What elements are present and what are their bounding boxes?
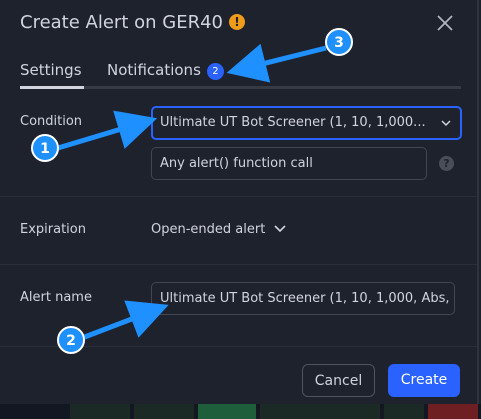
condition-label: Condition — [20, 114, 83, 129]
chevron-down-icon — [440, 108, 452, 150]
condition-select[interactable]: Ultimate UT Bot Screener (1, 10, 1,000..… — [151, 106, 462, 140]
strip-cell — [428, 404, 478, 419]
tab-settings[interactable]: Settings — [20, 61, 82, 79]
warning-icon: ! — [228, 14, 245, 30]
cancel-button[interactable]: Cancel — [302, 364, 375, 397]
expiration-dropdown[interactable]: Open-ended alert — [151, 222, 287, 237]
tab-notifications[interactable]: Notifications 2 — [107, 61, 224, 80]
chevron-down-icon — [269, 222, 287, 237]
alert-name-value: Ultimate UT Bot Screener (1, 10, 1,000, … — [160, 291, 450, 306]
tab-settings-label: Settings — [20, 61, 82, 79]
help-icon[interactable]: ? — [439, 156, 454, 171]
strip-cell — [70, 404, 130, 419]
alert-name-input[interactable]: Ultimate UT Bot Screener (1, 10, 1,000, … — [151, 282, 455, 315]
section-divider — [0, 264, 477, 265]
dialog-title-text: Create Alert on GER40 — [20, 12, 223, 33]
condition-select-value: Ultimate UT Bot Screener (1, 10, 1,000..… — [160, 115, 426, 130]
create-button[interactable]: Create — [388, 364, 460, 397]
alert-name-label: Alert name — [20, 290, 92, 305]
create-alert-dialog: Create Alert on GER40! Settings Notifica… — [0, 0, 479, 404]
notifications-count-badge: 2 — [206, 63, 224, 80]
footer-divider — [0, 346, 477, 347]
close-icon[interactable] — [434, 12, 456, 34]
active-tab-indicator — [20, 86, 84, 89]
dialog-title: Create Alert on GER40! — [20, 12, 245, 33]
strip-cell — [384, 404, 424, 419]
strip-cell — [260, 404, 380, 419]
close-icon-glyph — [437, 15, 453, 31]
strip-cell — [198, 404, 256, 419]
expiration-label: Expiration — [20, 222, 86, 237]
strip-cell — [134, 404, 194, 419]
condition-trigger-select[interactable]: Any alert() function call — [151, 147, 427, 180]
tab-notifications-label: Notifications — [107, 61, 201, 79]
tab-track — [20, 86, 461, 89]
expiration-value: Open-ended alert — [151, 222, 266, 237]
section-divider — [0, 196, 477, 197]
condition-trigger-value: Any alert() function call — [160, 156, 313, 171]
